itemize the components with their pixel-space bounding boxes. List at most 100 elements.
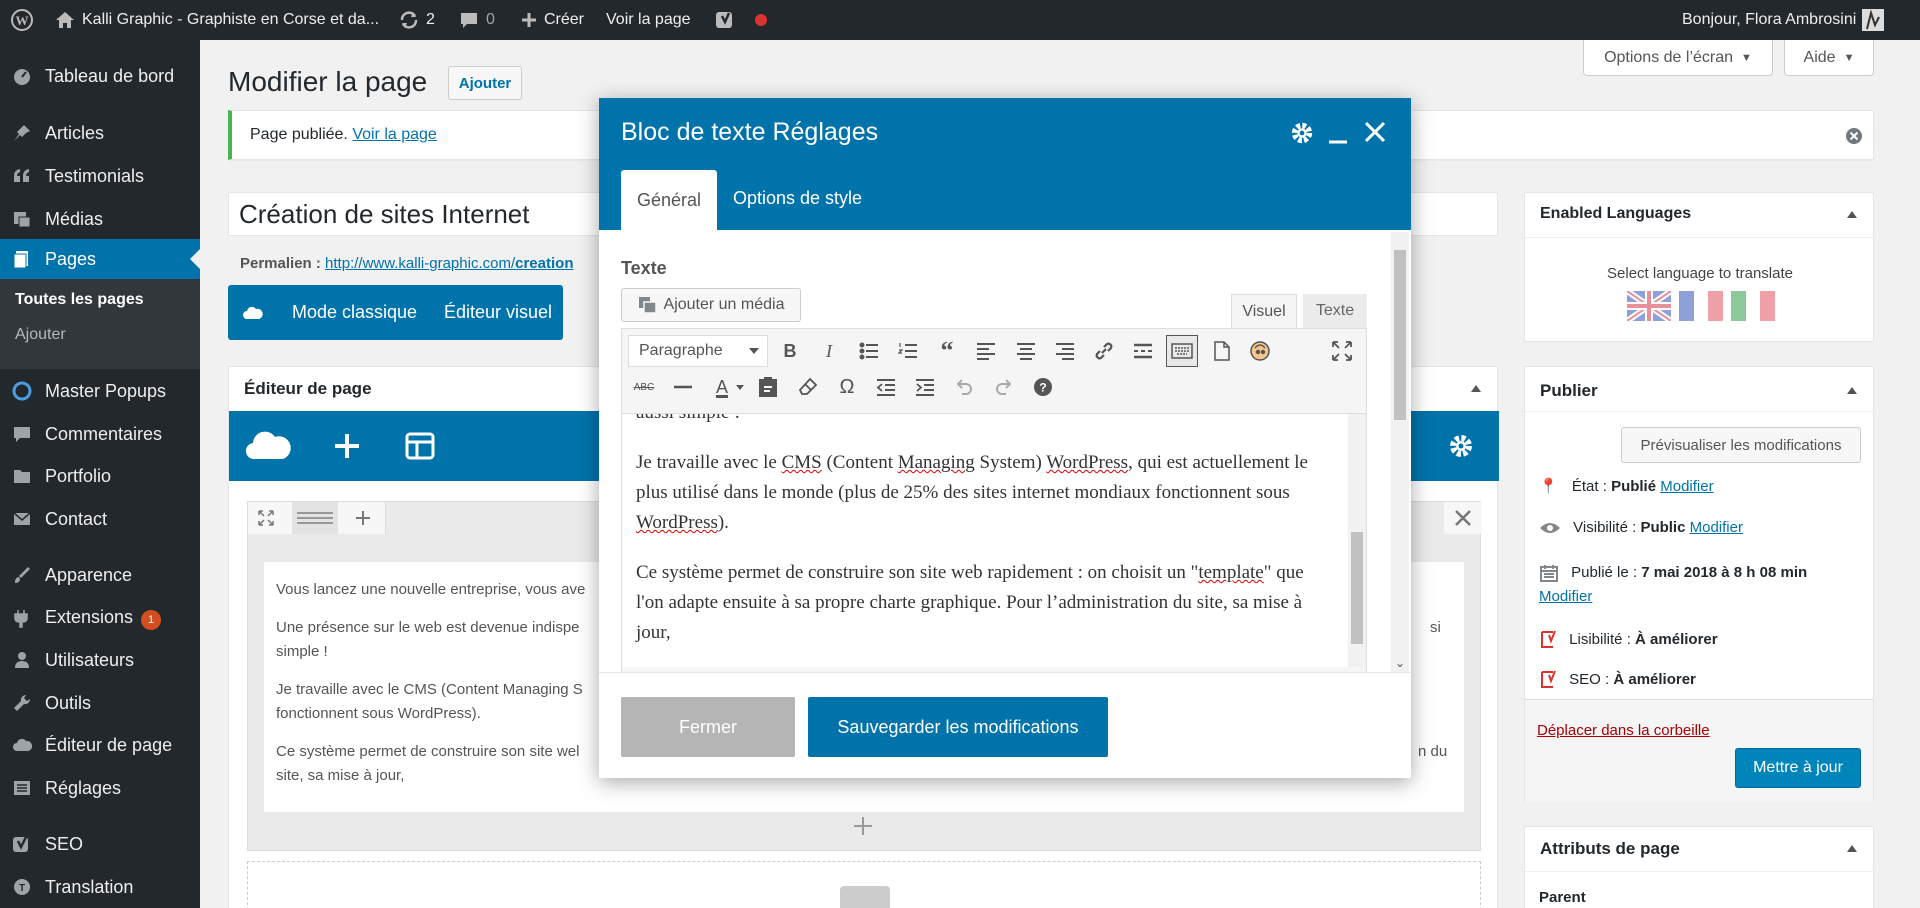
sidebar-item-tools[interactable]: Outils (0, 683, 200, 723)
notice-view-page-link[interactable]: Voir la page (352, 126, 437, 143)
update-button[interactable]: Mettre à jour (1735, 748, 1861, 788)
special-character-icon[interactable]: Ω (831, 371, 863, 403)
my-account[interactable]: Bonjour, Flora Ambrosini (1682, 0, 1885, 40)
help-button[interactable]: Aide ▼ (1784, 40, 1874, 76)
editor-scrollbar[interactable] (1348, 414, 1366, 667)
sidebar-item-comments[interactable]: Commentaires (0, 414, 200, 454)
new-content-link[interactable]: Créer (520, 0, 584, 40)
sidebar-item-translation[interactable]: T Translation (0, 867, 200, 907)
save-changes-button[interactable]: Sauvegarder les modifications (808, 697, 1108, 757)
sidebar-item-master-popups[interactable]: Master Popups (0, 371, 200, 411)
horizontal-line-icon[interactable] (667, 371, 699, 403)
add-media-button[interactable]: Ajouter un média (621, 288, 801, 322)
undo-icon[interactable] (948, 371, 980, 403)
sidebar-item-dashboard[interactable]: Tableau de bord (0, 56, 200, 96)
link-icon[interactable] (1088, 335, 1120, 367)
editor-content-area[interactable]: aussi simple ! Je travaille avec le CMS … (622, 413, 1366, 667)
wordpress-logo-icon[interactable]: W (10, 0, 34, 40)
submenu-add-page[interactable]: Ajouter (15, 326, 66, 344)
clear-formatting-icon[interactable] (792, 371, 824, 403)
sidebar-item-page-builder[interactable]: Éditeur de page (0, 725, 200, 765)
dismiss-notice-icon[interactable] (1845, 127, 1863, 145)
uk-flag-icon[interactable] (1627, 291, 1671, 321)
align-left-icon[interactable] (970, 335, 1002, 367)
indent-icon[interactable] (909, 371, 941, 403)
blockquote-icon[interactable]: “ (931, 335, 963, 367)
sidebar-item-seo[interactable]: SEO (0, 824, 200, 864)
builder-settings-gear-icon[interactable] (1447, 432, 1475, 460)
collapse-arrow-icon[interactable] (1847, 845, 1857, 852)
editor-tab-text[interactable]: Texte (1303, 294, 1367, 328)
it-flag-icon[interactable] (1731, 291, 1775, 321)
redo-icon[interactable] (988, 371, 1020, 403)
editor-tab-visual[interactable]: Visuel (1231, 294, 1297, 328)
visual-editor-button[interactable]: Éditeur visuel (444, 302, 552, 323)
read-more-icon[interactable] (1127, 335, 1159, 367)
empty-row-drop-zone[interactable] (247, 861, 1481, 908)
sidebar-item-media[interactable]: Médias (0, 199, 200, 239)
add-row-icon[interactable] (853, 816, 873, 836)
strikethrough-icon[interactable]: ABC (628, 371, 660, 403)
bullet-list-icon[interactable] (853, 335, 885, 367)
tab-general[interactable]: Général (621, 170, 717, 230)
expand-icon[interactable] (258, 510, 274, 526)
paste-text-icon[interactable] (752, 371, 784, 403)
format-select[interactable]: Paragraphe (628, 335, 768, 367)
collapse-arrow-icon[interactable] (1471, 385, 1481, 392)
sidebar-item-settings[interactable]: Réglages (0, 768, 200, 808)
mailchimp-icon[interactable] (1244, 335, 1276, 367)
layout-icon[interactable] (405, 432, 435, 460)
add-content-icon[interactable] (840, 886, 890, 908)
updates-link[interactable]: 2 (398, 0, 435, 40)
numbered-list-icon[interactable] (892, 335, 924, 367)
close-button[interactable]: Fermer (621, 697, 795, 757)
site-name-link[interactable]: Kalli Graphic - Graphiste en Corse et da… (54, 0, 379, 40)
sidebar-item-articles[interactable]: Articles (0, 113, 200, 153)
sidebar-item-appearance[interactable]: Apparence (0, 555, 200, 595)
align-right-icon[interactable] (1049, 335, 1081, 367)
yoast-menu[interactable] (714, 0, 768, 40)
toolbar-toggle-icon[interactable] (1166, 335, 1198, 367)
delete-row-icon[interactable] (1444, 502, 1482, 534)
view-page-link[interactable]: Voir la page (606, 0, 691, 40)
edit-visibility-link[interactable]: Modifier (1690, 519, 1743, 536)
classic-mode-button[interactable]: Mode classique (292, 302, 417, 323)
drag-handle-icon[interactable] (292, 502, 338, 534)
fullscreen-icon[interactable] (1326, 335, 1358, 367)
bold-icon[interactable]: B (774, 335, 806, 367)
submenu-all-pages[interactable]: Toutes les pages (15, 291, 144, 309)
sidebar-item-testimonials[interactable]: Testimonials (0, 156, 200, 196)
edit-date-link[interactable]: Modifier (1539, 588, 1592, 605)
close-modal-icon[interactable] (1363, 120, 1387, 144)
template-icon[interactable] (1206, 335, 1238, 367)
modal-scrollbar-thumb[interactable] (1394, 250, 1406, 420)
italic-icon[interactable]: I (813, 335, 845, 367)
text-color-dropdown-icon[interactable] (732, 371, 748, 403)
sidebar-item-contact[interactable]: Contact (0, 499, 200, 539)
collapse-arrow-icon[interactable] (1847, 387, 1857, 394)
modal-settings-gear-icon[interactable] (1289, 120, 1315, 146)
comments-link[interactable]: 0 (458, 0, 495, 40)
sidebar-item-pages[interactable]: Pages (0, 239, 200, 279)
minimize-icon[interactable] (1327, 120, 1349, 146)
edit-status-link[interactable]: Modifier (1660, 478, 1713, 495)
move-to-trash-link[interactable]: Déplacer dans la corbeille (1537, 722, 1710, 739)
collapse-arrow-icon[interactable] (1847, 211, 1857, 218)
align-center-icon[interactable] (1010, 335, 1042, 367)
sidebar-item-users[interactable]: Utilisateurs (0, 640, 200, 680)
tab-style-options[interactable]: Options de style (733, 188, 862, 209)
editor-scrollbar-thumb[interactable] (1351, 532, 1363, 644)
add-page-button[interactable]: Ajouter (448, 66, 522, 100)
permalink-url[interactable]: http://www.kalli-graphic.com/creation (325, 255, 573, 272)
modal-scrollbar[interactable]: ⌄ (1391, 232, 1409, 672)
preview-changes-button[interactable]: Prévisualiser les modifications (1621, 427, 1861, 463)
sidebar-item-portfolio[interactable]: Portfolio (0, 456, 200, 496)
add-module-icon[interactable] (333, 432, 361, 460)
screen-options-button[interactable]: Options de l’écran ▼ (1583, 40, 1773, 76)
sidebar-item-extensions[interactable]: Extensions 1 (0, 598, 200, 638)
outdent-icon[interactable] (870, 371, 902, 403)
scroll-down-icon[interactable]: ⌄ (1395, 656, 1405, 670)
keyboard-shortcuts-help-icon[interactable]: ? (1027, 371, 1059, 403)
add-column-icon[interactable] (354, 509, 372, 527)
fr-flag-icon[interactable] (1679, 291, 1723, 321)
